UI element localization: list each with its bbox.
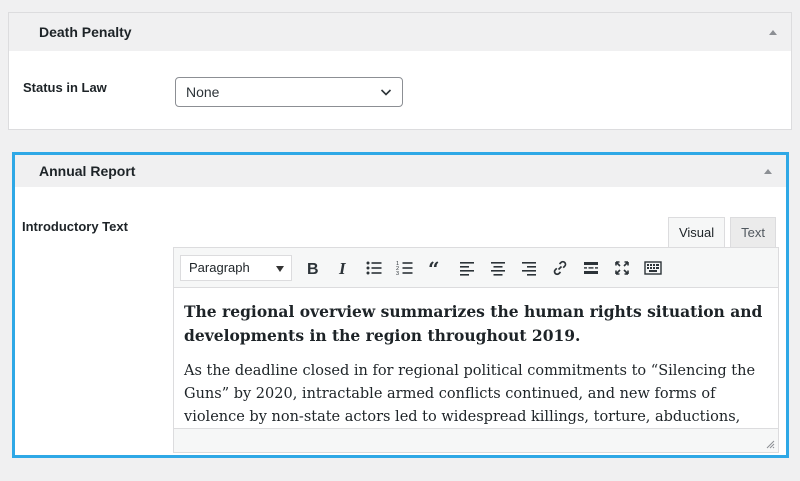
align-center-button[interactable]	[482, 253, 513, 283]
collapse-caret-icon[interactable]	[769, 29, 777, 35]
read-more-icon	[583, 261, 598, 274]
bold-icon: B	[307, 261, 319, 277]
bullet-list-button[interactable]	[358, 253, 389, 283]
italic-icon: I	[338, 259, 347, 277]
svg-text:“: “	[428, 259, 440, 277]
numbered-list-icon: 1 2 3	[396, 261, 412, 277]
align-left-button[interactable]	[451, 253, 482, 283]
italic-button[interactable]: I	[327, 253, 358, 283]
death-penalty-panel: Death Penalty Status in Law None	[8, 12, 792, 130]
align-right-icon	[521, 261, 536, 276]
status-in-law-select[interactable]: None	[175, 77, 403, 107]
bullet-list-icon	[366, 261, 381, 274]
rich-text-editor: Paragraph B I 1 2 3 “ The regional overv…	[173, 247, 779, 453]
resize-handle-icon[interactable]	[765, 439, 775, 449]
format-select-value: Paragraph	[189, 260, 250, 275]
tab-text[interactable]: Text	[730, 217, 776, 247]
editor-content-area[interactable]: The regional overview summarizes the hum…	[174, 288, 778, 428]
align-center-icon	[490, 261, 505, 276]
editor-tabs: Visual Text	[663, 217, 776, 247]
death-penalty-header[interactable]: Death Penalty	[9, 13, 791, 51]
read-more-button[interactable]	[575, 253, 606, 283]
editor-statusbar	[174, 428, 778, 452]
svg-text:I: I	[338, 259, 347, 277]
death-penalty-title: Death Penalty	[39, 24, 132, 40]
link-icon	[553, 260, 566, 275]
editor-lead-paragraph: The regional overview summarizes the hum…	[184, 302, 763, 345]
toolbar-toggle-button[interactable]	[637, 253, 668, 283]
blockquote-button[interactable]: “	[420, 253, 451, 283]
editor-toolbar: Paragraph B I 1 2 3 “	[174, 248, 778, 288]
collapse-caret-icon[interactable]	[764, 168, 772, 174]
chevron-down-icon	[380, 89, 392, 96]
link-button[interactable]	[544, 253, 575, 283]
fullscreen-icon	[614, 260, 629, 275]
numbered-list-button[interactable]: 1 2 3	[389, 253, 420, 283]
align-right-button[interactable]	[513, 253, 544, 283]
format-select[interactable]: Paragraph	[180, 254, 292, 281]
introductory-text-label: Introductory Text	[22, 219, 128, 234]
svg-text:3: 3	[396, 271, 399, 277]
editor-body-paragraph: As the deadline closed in for regional p…	[184, 363, 756, 425]
align-left-icon	[459, 261, 474, 276]
status-in-law-value: None	[186, 84, 220, 100]
dropdown-triangle-icon	[276, 265, 284, 272]
annual-report-title: Annual Report	[39, 163, 136, 179]
annual-report-header[interactable]: Annual Report	[15, 155, 786, 187]
svg-text:B: B	[307, 261, 319, 277]
toolbar-toggle-icon	[643, 260, 662, 275]
status-in-law-label: Status in Law	[23, 80, 107, 95]
tab-visual[interactable]: Visual	[667, 217, 726, 247]
annual-report-panel: Annual Report Introductory Text Visual T…	[12, 152, 789, 458]
bold-button[interactable]: B	[296, 253, 327, 283]
fullscreen-button[interactable]	[606, 253, 637, 283]
blockquote-icon: “	[428, 259, 440, 277]
